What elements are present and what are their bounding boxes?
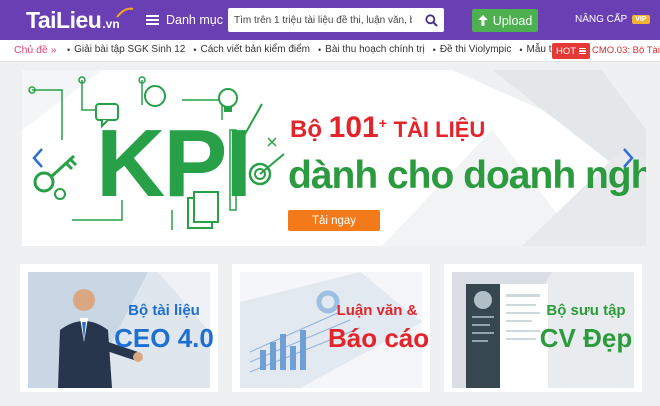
promo-card-ceo[interactable]: Bộ tài liệu CEO 4.0 xyxy=(20,264,218,392)
topic-link[interactable]: • Bài thu hoạch chính trị xyxy=(318,44,425,55)
topic-link[interactable]: • Giải bài tập SGK Sinh 12 xyxy=(67,44,185,55)
list-icon xyxy=(579,48,587,54)
banner-next-button[interactable] xyxy=(620,145,636,171)
upload-arrow-icon xyxy=(477,15,488,26)
chevron-right-icon xyxy=(623,148,634,168)
promo-card-cv[interactable]: Bộ sưu tập CV Đẹp xyxy=(444,264,642,392)
banner-prev-button[interactable] xyxy=(30,145,46,171)
card-title-cv: Bộ sưu tập CV Đẹp xyxy=(539,302,633,353)
hamburger-icon xyxy=(146,15,159,25)
site-logo[interactable]: TaiLieu .vn xyxy=(26,6,133,34)
banner-subheadline: dành cho doanh nghiệp xyxy=(288,154,646,197)
hot-badge[interactable]: HOT xyxy=(552,43,591,59)
hero-banner[interactable]: KPI Bộ 101+ Tài liệu dành cho doanh nghi… xyxy=(22,70,646,246)
banner-kpi-text: KPI xyxy=(96,110,252,217)
banner-headline: Bộ 101+ Tài liệu xyxy=(290,111,486,144)
topics-list: • Giải bài tập SGK Sinh 12 • Cách viết bản… xyxy=(67,44,589,55)
hot-news-link[interactable]: CMO.03: Bộ Tài liệ xyxy=(592,45,660,56)
upgrade-link[interactable]: NÂNG CẤP VIP xyxy=(575,14,650,25)
upload-button[interactable]: Upload xyxy=(472,9,538,32)
logo-swoosh-icon xyxy=(115,7,133,18)
upgrade-label: NÂNG CẤP xyxy=(575,14,628,25)
search-input[interactable] xyxy=(228,8,418,32)
card-title-thesis: Luận văn & Báo cáo xyxy=(328,302,430,353)
category-menu-label: Danh mục xyxy=(166,13,223,27)
chevron-left-icon xyxy=(32,148,43,168)
topic-link[interactable]: • Đề thi Violympic xyxy=(433,44,512,55)
card-title-ceo: Bộ tài liệu CEO 4.0 xyxy=(114,302,214,353)
upload-label: Upload xyxy=(492,13,533,28)
topics-bar: Chủ đề » • Giải bài tập SGK Sinh 12 • Cách… xyxy=(0,40,660,62)
download-now-button[interactable]: Tải ngay xyxy=(288,210,380,231)
logo-suffix: .vn xyxy=(102,17,120,31)
topics-label: Chủ đề » xyxy=(14,44,57,56)
promo-card-thesis[interactable]: Luận văn & Báo cáo xyxy=(232,264,430,392)
search-button[interactable] xyxy=(418,8,444,32)
top-header: TaiLieu .vn Danh mục Upload NÂNG CẤP VIP xyxy=(0,0,660,40)
hot-label: HOT xyxy=(556,45,577,57)
logo-text: TaiLieu xyxy=(26,7,102,33)
topic-link[interactable]: • Cách viết bản kiểm điểm xyxy=(193,44,310,55)
search-box xyxy=(228,8,444,32)
category-menu-button[interactable]: Danh mục xyxy=(146,9,223,31)
search-icon xyxy=(424,13,438,27)
vip-badge: VIP xyxy=(632,15,650,24)
